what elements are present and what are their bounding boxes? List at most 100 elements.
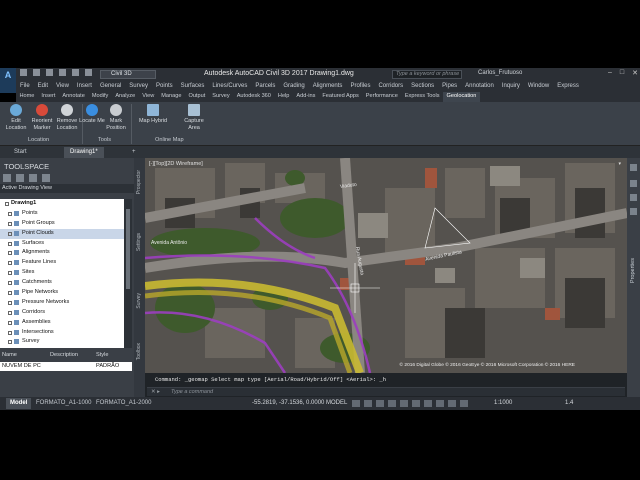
expand-icon[interactable] (8, 271, 12, 276)
survey-icon[interactable] (42, 174, 50, 182)
orbit-icon[interactable] (630, 208, 637, 215)
menu-item-corridors[interactable]: Corridors (374, 81, 407, 92)
expand-icon[interactable] (8, 211, 12, 216)
selection-cycling-icon[interactable] (448, 400, 456, 407)
tree-item-point-clouds[interactable]: Point Clouds (0, 228, 124, 239)
menu-item-points[interactable]: Points (152, 81, 177, 92)
view-select[interactable]: Active Drawing View (0, 184, 134, 193)
quick-access-toolbar[interactable] (20, 69, 92, 76)
tab-toolbox[interactable]: Toolbox (136, 343, 142, 360)
map-hybrid-button[interactable]: Map Hybrid (138, 104, 168, 125)
tree-item-survey[interactable]: Survey (0, 337, 124, 347)
save-icon[interactable] (46, 69, 53, 76)
tab-analyze[interactable]: Analyze (112, 92, 139, 102)
menu-item-window[interactable]: Window (524, 81, 553, 92)
new-icon[interactable] (20, 69, 27, 76)
viewport-controls[interactable]: [-][Top][2D Wireframe] (149, 161, 203, 167)
tab-drawing1[interactable]: Drawing1* (64, 147, 104, 158)
tab-home[interactable]: Home (16, 92, 38, 102)
tab-add-ins[interactable]: Add-ins (293, 92, 319, 102)
expand-icon[interactable] (8, 241, 12, 246)
tab-survey[interactable]: Survey (136, 293, 142, 309)
menu-item-view[interactable]: View (52, 81, 73, 92)
menu-item-sections[interactable]: Sections (407, 81, 438, 92)
ortho-icon[interactable] (376, 400, 384, 407)
menu-item-express[interactable]: Express (553, 81, 583, 92)
expand-icon[interactable] (8, 300, 12, 305)
menu-item-alignments[interactable]: Alignments (309, 81, 347, 92)
expand-icon[interactable] (8, 221, 12, 226)
menu-item-insert[interactable]: Insert (73, 81, 96, 92)
tab-prospector[interactable]: Prospector (136, 170, 142, 194)
tree-item-view-frame-groups[interactable]: View Frame Groups (0, 347, 124, 348)
tab-properties[interactable]: Properties (630, 258, 636, 283)
otrack-icon[interactable] (412, 400, 420, 407)
col-name[interactable]: Name (2, 352, 17, 358)
expand-icon[interactable] (8, 281, 12, 286)
viewcube-icon[interactable] (630, 164, 637, 171)
tab-performance[interactable]: Performance (362, 92, 401, 102)
tree-item-corridors[interactable]: Corridors (0, 308, 124, 318)
menu-item-edit[interactable]: Edit (34, 81, 52, 92)
tree-item-point-groups[interactable]: Point Groups (0, 219, 124, 229)
annotation-icon[interactable] (460, 400, 468, 407)
menu-item-surfaces[interactable]: Surfaces (177, 81, 209, 92)
menu-item-pipes[interactable]: Pipes (438, 81, 461, 92)
map-viewport[interactable]: [-][Top][2D Wireframe] ▾ Avenida Antônio… (145, 158, 627, 373)
tab-manage[interactable]: Manage (158, 92, 185, 102)
layout-tab-model[interactable]: Model (6, 398, 32, 409)
lineweight-icon[interactable] (424, 400, 432, 407)
menu-item-survey[interactable]: Survey (125, 81, 152, 92)
tree-item-surfaces[interactable]: Surfaces (0, 239, 124, 249)
tab-insert[interactable]: Insert (38, 92, 59, 102)
menu-item-inquiry[interactable]: Inquiry (498, 81, 524, 92)
polar-icon[interactable] (388, 400, 396, 407)
search-input[interactable]: Type a keyword or phrase (392, 70, 462, 79)
zoom-icon[interactable] (630, 194, 637, 201)
minimize-icon[interactable]: – (608, 69, 612, 77)
menu-item-general[interactable]: General (96, 81, 125, 92)
viewcube-menu[interactable]: ▾ (618, 161, 621, 167)
tree-item-alignments[interactable]: Alignments (0, 248, 124, 258)
tab-geolocation[interactable]: Geolocation (443, 92, 480, 102)
prospector-icon[interactable] (3, 174, 11, 182)
tree-item-assemblies[interactable]: Assemblies (0, 318, 124, 328)
settings-icon[interactable] (29, 174, 37, 182)
tab-modify[interactable]: Modify (88, 92, 111, 102)
close-icon[interactable]: ✕ (632, 69, 638, 77)
mark-position-button[interactable]: Mark Position (103, 104, 129, 131)
edit-location-button[interactable]: Edit Location (3, 104, 29, 131)
model-space-button[interactable]: MODEL (326, 400, 347, 406)
menu-item-profiles[interactable]: Profiles (346, 81, 374, 92)
remove-location-button[interactable]: Remove Location (54, 104, 80, 131)
col-style[interactable]: Style (96, 352, 108, 358)
tree-item-feature-lines[interactable]: Feature Lines (0, 258, 124, 268)
expand-icon[interactable] (8, 231, 12, 236)
table-row[interactable]: NUVEM DE PC PADRÃO (0, 362, 132, 371)
tab-view[interactable]: View (139, 92, 158, 102)
tab-survey[interactable]: Survey (209, 92, 233, 102)
tree-item-pipe-networks[interactable]: Pipe Networks (0, 288, 124, 298)
capture-area-button[interactable]: Capture Area (180, 104, 208, 131)
expand-icon[interactable] (8, 340, 12, 345)
tree-item-pressure-networks[interactable]: Pressure Networks (0, 298, 124, 308)
maximize-icon[interactable]: □ (620, 69, 624, 77)
new-tab-button[interactable]: + (126, 147, 142, 158)
layout-tab-a1-1000[interactable]: FORMATO_A1-1000 (32, 398, 95, 409)
snap-icon[interactable] (364, 400, 372, 407)
zoom-level[interactable]: 1.4 (565, 400, 573, 406)
locate-me-button[interactable]: Locate Me (79, 104, 105, 125)
menu-item-file[interactable]: File (16, 81, 34, 92)
reorient-marker-button[interactable]: Reorient Marker (29, 104, 55, 131)
tree-item-intersections[interactable]: Intersections (0, 328, 124, 338)
tab-express-tools[interactable]: Express Tools (401, 92, 443, 102)
osnap-icon[interactable] (400, 400, 408, 407)
command-input[interactable]: ✕ ▸ Type a command (147, 387, 625, 396)
col-description[interactable]: Description (50, 352, 78, 358)
expand-icon[interactable] (8, 261, 12, 266)
expand-icon[interactable] (8, 291, 12, 296)
menu-item-grading[interactable]: Grading (279, 81, 308, 92)
user-account[interactable]: Carlos_Frutuoso (478, 70, 522, 76)
expand-icon[interactable] (8, 251, 12, 256)
tree-scrollbar[interactable] (124, 199, 132, 348)
